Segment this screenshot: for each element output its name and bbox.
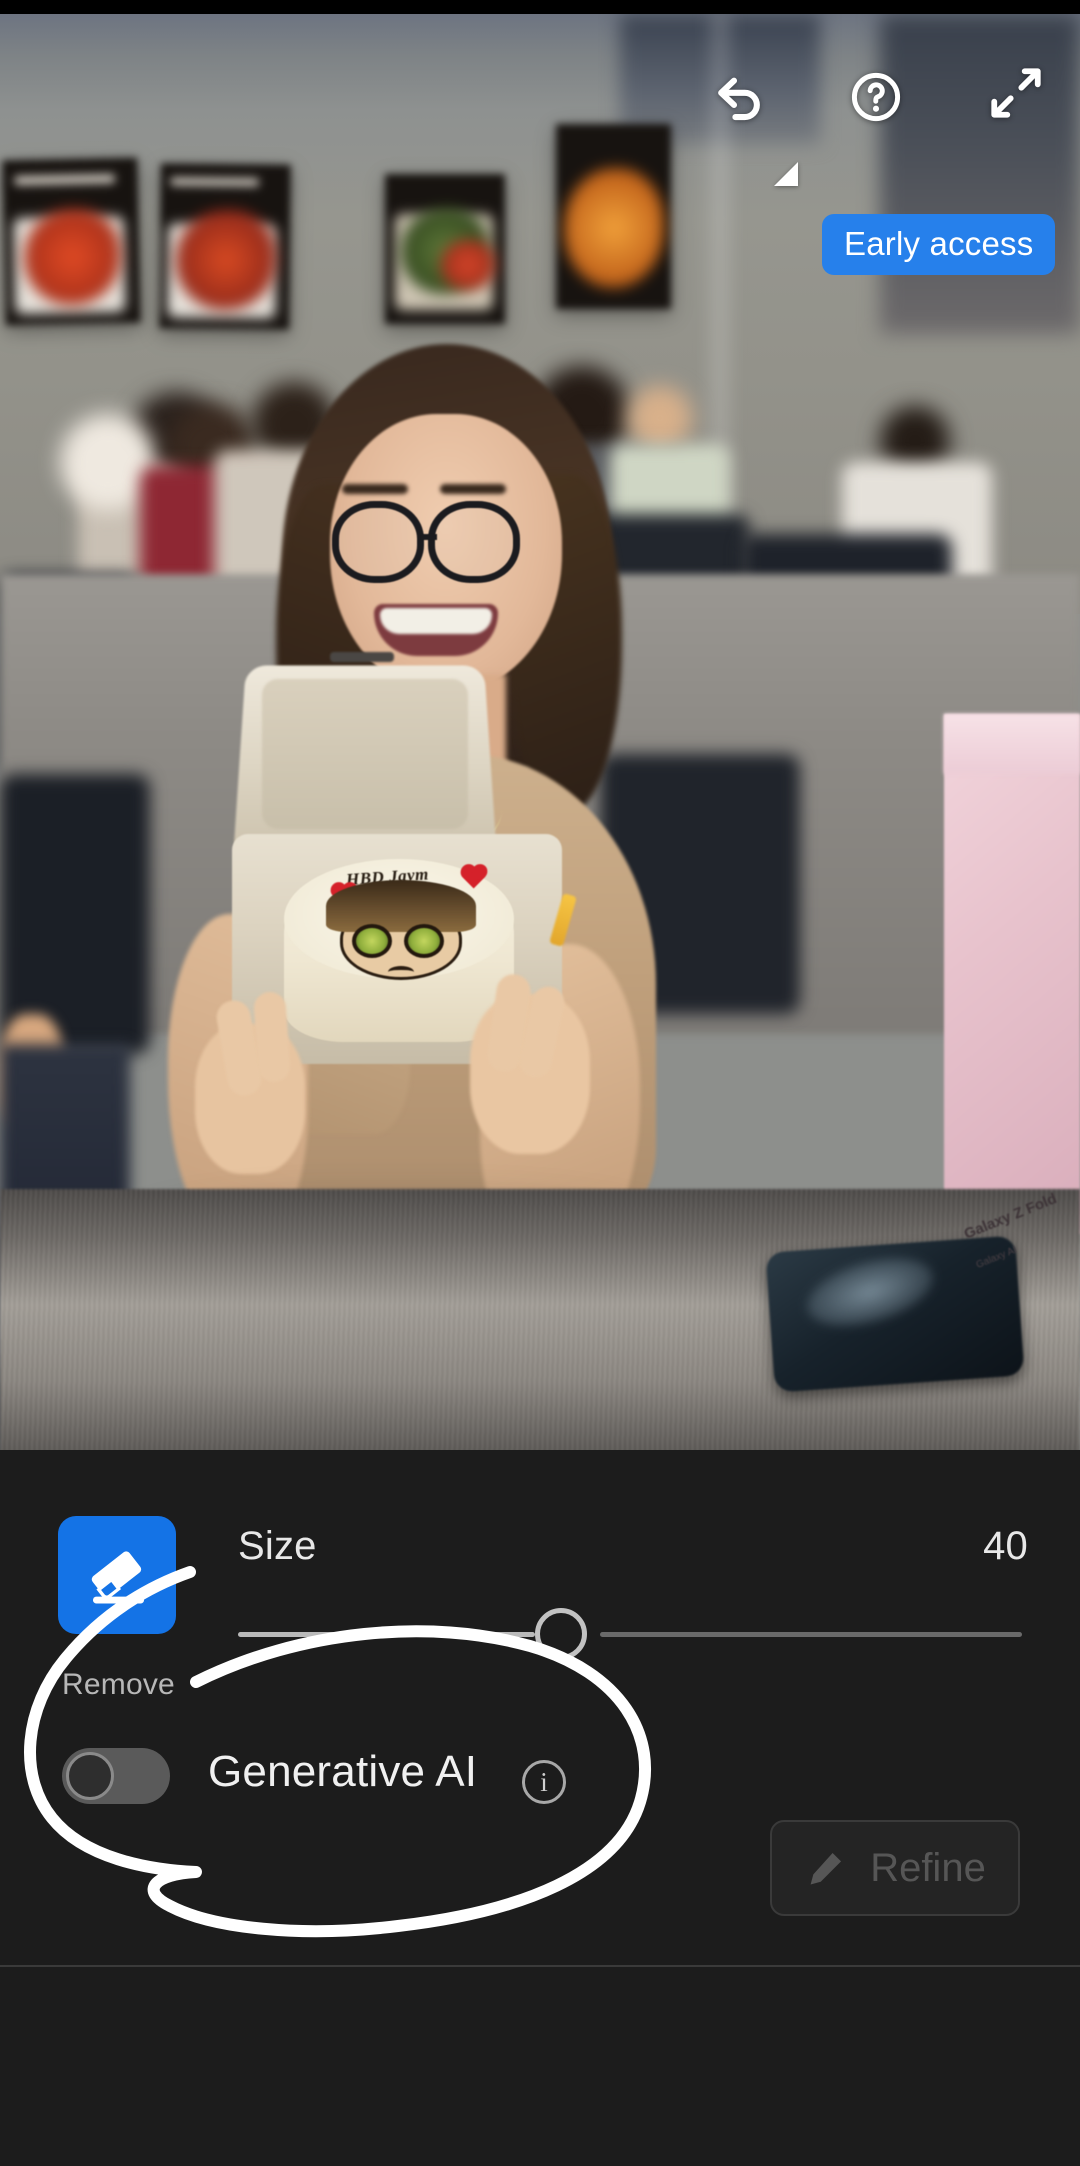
action-bar: Remove [0,1967,1080,2166]
food-poster [385,174,505,324]
refine-button[interactable]: Refine [770,1820,1020,1916]
refine-label: Refine [870,1845,986,1890]
generative-ai-label: Generative AI [208,1747,478,1796]
slider-track-remaining [600,1632,1022,1637]
expand-button[interactable] [985,62,1047,124]
help-button[interactable] [845,66,907,128]
info-circle-icon[interactable]: i [522,1760,566,1804]
finger [252,990,292,1084]
shopping-bag-fold [944,714,1080,774]
generative-ai-toggle[interactable] [62,1748,170,1804]
food-poster [556,124,671,309]
help-circle-icon [851,72,901,122]
subject-eyebrow [342,484,408,494]
size-label: Size [238,1524,317,1568]
remove-section-label: Remove [62,1668,175,1701]
subject-eyebrow [440,484,506,494]
subject-smile [374,604,498,656]
shopping-bag [944,714,1080,1234]
size-value: 40 [983,1524,1028,1568]
background-chair [0,774,150,1054]
slider-thumb[interactable] [535,1608,587,1660]
wall-right-dark-area [880,14,1080,334]
early-access-badge[interactable]: Early access [822,214,1056,275]
expand-arrows-icon [991,68,1041,118]
app-root: HBD Jaym Galaxy Z Fold Galaxy AI Early a… [0,0,1080,2166]
bento-box-lid-inner [262,679,468,829]
eraser-tool-button[interactable] [58,1516,176,1634]
food-poster [159,163,291,330]
size-slider[interactable] [238,1600,1022,1670]
subject-glasses-lens [428,501,520,583]
food-poster [2,157,141,326]
eraser-icon [91,1551,144,1604]
undo-arrow-icon [718,77,760,121]
pencil-icon [810,1852,842,1885]
toggle-knob [66,1752,114,1800]
bento-box-clip [330,652,394,662]
undo-button[interactable] [710,66,772,128]
subject-glasses-lens [332,501,424,583]
background-person [628,386,692,450]
subject-glasses-bridge [421,534,437,540]
slider-track-filled [238,1632,535,1637]
cake-cartoon-face [326,880,476,980]
